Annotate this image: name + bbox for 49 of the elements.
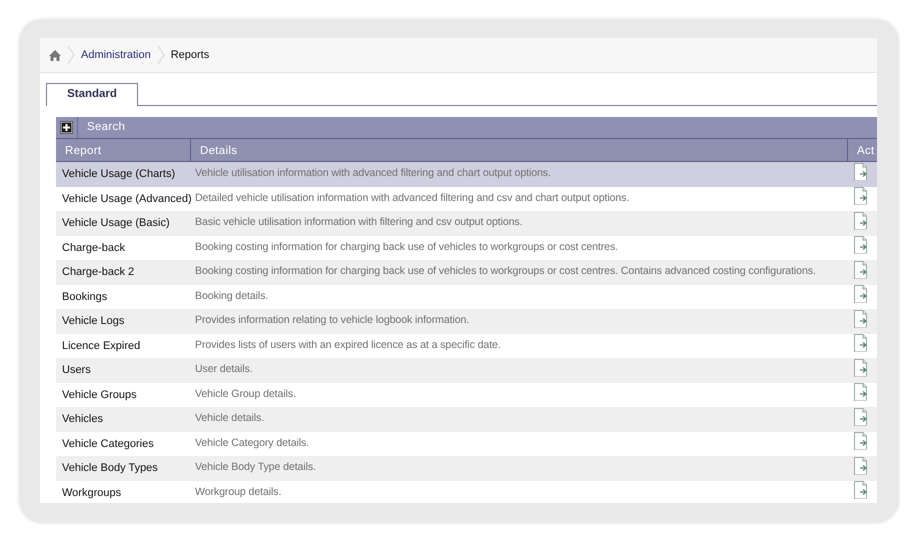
breadcrumb-current: Reports bbox=[170, 48, 210, 63]
table-row[interactable]: Charge-back Booking costing information for charging back use of vehicles to workgroups or cost centres. bbox=[56, 236, 877, 260]
table-row[interactable]: Vehicles Vehicle details. bbox=[56, 407, 877, 432]
report-details: Provides information relating to vehicle logbook information. bbox=[194, 313, 470, 328]
table-row[interactable]: Workgroups Workgroup details. bbox=[56, 480, 877, 503]
report-details: Workgroup details. bbox=[194, 484, 282, 500]
report-name: Vehicle Categories bbox=[61, 436, 155, 452]
report-name: Licence Expired bbox=[61, 338, 142, 354]
report-name: Charge-back bbox=[61, 240, 126, 256]
table-row[interactable]: Vehicle Categories Vehicle Category details. bbox=[56, 432, 877, 456]
breadcrumb-link[interactable]: Administration bbox=[81, 46, 151, 64]
table-row[interactable]: Users User details. bbox=[56, 358, 877, 382]
report-name: Vehicle Usage (Charts) bbox=[61, 167, 176, 182]
report-details: User details. bbox=[194, 362, 254, 378]
report-details: Vehicle Category details. bbox=[194, 436, 310, 451]
report-details: Booking costing information for charging back use of vehicles to workgroups or cost centres. bbox=[194, 240, 620, 255]
report-name: Users bbox=[61, 363, 92, 378]
report-details: Vehicle details. bbox=[194, 411, 266, 426]
breadcrumb-separator-icon bbox=[67, 45, 75, 65]
table-row[interactable]: Vehicle Usage (Basic) Basic vehicle utilisation information with filtering and csv output options. bbox=[56, 211, 877, 236]
breadcrumb-separator-icon bbox=[156, 45, 165, 65]
report-name: Vehicle Logs bbox=[61, 314, 126, 329]
table-row[interactable]: Vehicle Usage (Advanced) Detailed vehicle utilisation information with advanced filtering and csv and chart output options. bbox=[56, 186, 877, 211]
table-row[interactable]: Charge-back 2 Booking costing information for charging back use of vehicles to workgroups or cost centres. Contains advanced costing configurations. bbox=[56, 260, 877, 284]
report-details: Provides lists of users with an expired licence as at a specific date. bbox=[194, 338, 502, 353]
report-details: Vehicle utilisation information with advanced filtering and chart output options. bbox=[194, 166, 552, 182]
table-row[interactable]: Vehicle Body Types Vehicle Body Type details. bbox=[56, 456, 877, 480]
table-row[interactable]: Bookings Booking details. bbox=[56, 284, 877, 309]
expand-icon[interactable] bbox=[60, 121, 73, 134]
tab[interactable]: Standard bbox=[46, 83, 138, 106]
table-row[interactable]: Vehicle Groups Vehicle Group details. bbox=[56, 382, 877, 407]
report-name: Vehicle Usage (Advanced) bbox=[61, 192, 191, 206]
report-name: Vehicles bbox=[61, 412, 104, 427]
report-details: Basic vehicle utilisation information with filtering and csv output options. bbox=[194, 215, 524, 230]
report-name: Workgroups bbox=[61, 486, 122, 500]
report-details: Detailed vehicle utilisation information with advanced filtering and csv and chart output options. bbox=[194, 190, 630, 206]
table-row[interactable]: Licence Expired Provides lists of users with an expired licence as at a specific date. bbox=[56, 334, 877, 358]
report-name: Vehicle Groups bbox=[61, 388, 138, 402]
report-name: Vehicle Body Types bbox=[61, 461, 159, 476]
table-row[interactable]: Vehicle Usage (Charts) Vehicle utilisation information with advanced filtering and chart output options. bbox=[56, 162, 877, 186]
report-details: Vehicle Body Type details. bbox=[194, 460, 317, 476]
home-icon[interactable] bbox=[49, 50, 61, 60]
report-details: Vehicle Group details. bbox=[194, 386, 297, 402]
report-details: Booking costing information for charging back use of vehicles to workgroups or cost centres. Contains advanced costing configurations. bbox=[194, 264, 817, 280]
report-details: Booking details. bbox=[194, 288, 270, 304]
report-name: Vehicle Usage (Basic) bbox=[61, 216, 171, 231]
report-name: Charge-back 2 bbox=[61, 265, 136, 280]
table-row[interactable]: Vehicle Logs Provides information relating to vehicle logbook information. bbox=[56, 309, 877, 334]
report-name: Bookings bbox=[61, 290, 108, 304]
